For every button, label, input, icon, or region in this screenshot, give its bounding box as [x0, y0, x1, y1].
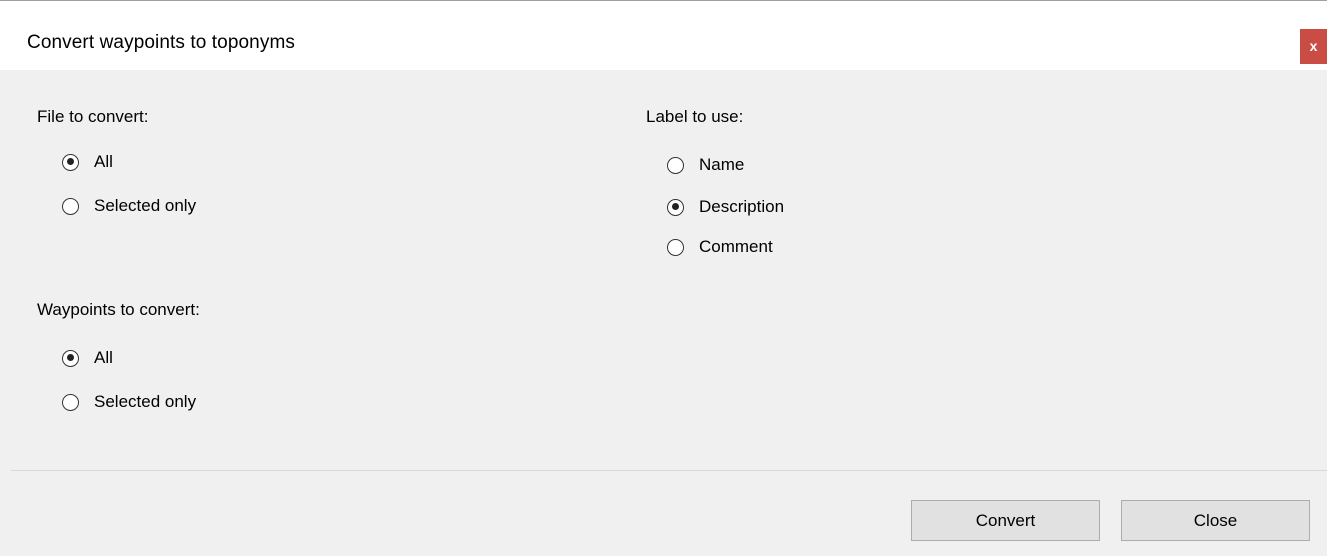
radio-label: Description	[699, 197, 785, 216]
dialog-footer: Convert Close	[0, 471, 1327, 556]
waypoints-all-radio[interactable]: All	[62, 348, 113, 368]
window-title: Convert waypoints to toponyms	[27, 32, 295, 53]
radio-label: All	[94, 152, 113, 171]
radio-label: All	[94, 348, 113, 367]
radio-unchecked-icon[interactable]	[62, 393, 79, 411]
convert-button[interactable]: Convert	[911, 500, 1100, 541]
radio-label: Comment	[699, 237, 773, 256]
label-name-radio[interactable]: Name	[667, 155, 744, 175]
radio-label: Name	[699, 155, 745, 174]
radio-unchecked-icon[interactable]	[62, 197, 79, 215]
label-to-use-label: Label to use:	[646, 107, 744, 126]
radio-checked-icon[interactable]	[62, 153, 79, 171]
file-selected-only-radio[interactable]: Selected only	[62, 196, 196, 216]
radio-unchecked-icon[interactable]	[667, 238, 684, 256]
radio-unchecked-icon[interactable]	[667, 156, 684, 174]
label-description-radio[interactable]: Description	[667, 197, 784, 217]
file-all-radio[interactable]: All	[62, 152, 113, 172]
radio-checked-icon[interactable]	[62, 349, 79, 367]
radio-label: Selected only	[94, 196, 197, 215]
title-bar[interactable]: Convert waypoints to toponyms x	[0, 1, 1327, 70]
close-button[interactable]: Close	[1121, 500, 1310, 541]
dialog-window: Convert waypoints to toponyms x File to …	[0, 0, 1327, 556]
close-window-button[interactable]: x	[1300, 29, 1327, 64]
waypoints-selected-only-radio[interactable]: Selected only	[62, 392, 196, 412]
waypoints-to-convert-label: Waypoints to convert:	[37, 300, 200, 319]
radio-checked-icon[interactable]	[667, 198, 684, 216]
radio-label: Selected only	[94, 392, 197, 411]
label-comment-radio[interactable]: Comment	[667, 237, 773, 257]
dialog-content: File to convert: All Selected only Waypo…	[0, 70, 1327, 470]
file-to-convert-label: File to convert:	[37, 107, 149, 126]
